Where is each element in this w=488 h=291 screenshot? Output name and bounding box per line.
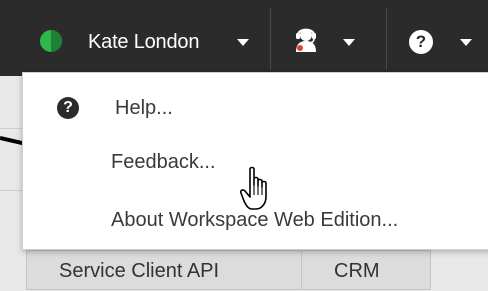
help-icon: ? [57,97,79,119]
menu-item-label: Help... [115,97,173,119]
hand-pointer-icon [240,166,267,210]
help-dropdown-menu: ? Help... Feedback... About Workspace We… [22,72,488,250]
menu-item-label: Feedback... [111,151,216,173]
menu-item-help[interactable]: ? Help... [23,83,488,133]
